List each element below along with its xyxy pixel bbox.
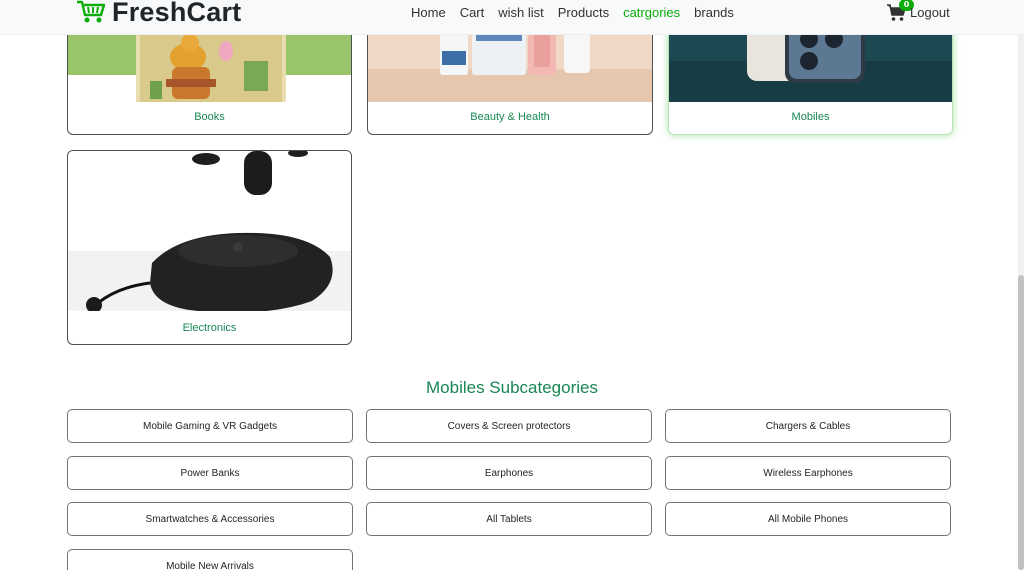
nav-categories[interactable]: catrgories	[616, 5, 687, 21]
category-title-books: Books	[194, 111, 225, 123]
category-title-electronics: Electronics	[182, 322, 237, 334]
subcategory-button[interactable]: Covers & Screen protectors	[366, 409, 652, 443]
subcategory-button[interactable]: Earphones	[366, 456, 652, 490]
nav-products[interactable]: Products	[551, 5, 616, 21]
subcategory-button[interactable]: Wireless Earphones	[665, 456, 951, 490]
electronics-image	[68, 151, 351, 311]
subcategory-button[interactable]: All Tablets	[366, 502, 652, 536]
subcategory-button[interactable]: Mobile New Arrivals	[67, 549, 353, 572]
brand-name: FreshCart	[112, 0, 242, 27]
category-card-electronics[interactable]: Electronics	[67, 150, 352, 345]
category-card-beauty-health[interactable]: Beauty & Health	[367, 20, 653, 135]
nav-cart[interactable]: Cart	[453, 5, 492, 21]
category-title-beauty-health: Beauty & Health	[470, 111, 550, 123]
subcategory-button[interactable]: Chargers & Cables	[665, 409, 951, 443]
logout-link[interactable]: Logout	[910, 5, 950, 20]
category-card-mobiles[interactable]: Mobiles	[668, 20, 953, 135]
scrollbar-thumb[interactable]	[1018, 275, 1024, 570]
cart-logo-icon	[77, 0, 106, 23]
subcategories-heading: Mobiles Subcategories	[426, 378, 598, 397]
subcategory-button[interactable]: Mobile Gaming & VR Gadgets	[67, 409, 353, 443]
category-card-books[interactable]: Books	[67, 20, 352, 135]
navbar: FreshCart Home Cart wish list Products c…	[0, 0, 1024, 35]
nav-wishlist[interactable]: wish list	[491, 5, 551, 21]
cart-button[interactable]: 0	[887, 0, 914, 22]
nav-home[interactable]: Home	[404, 5, 453, 21]
brand-logo[interactable]: FreshCart	[76, 0, 241, 28]
nav-brands[interactable]: brands	[687, 5, 741, 21]
subcategory-button[interactable]: All Mobile Phones	[665, 502, 951, 536]
nav-links: Home Cart wish list Products catrgories …	[404, 5, 741, 21]
category-title-mobiles: Mobiles	[791, 111, 830, 123]
subcategory-button[interactable]: Power Banks	[67, 456, 353, 490]
subcategory-button[interactable]: Smartwatches & Accessories	[67, 502, 353, 536]
